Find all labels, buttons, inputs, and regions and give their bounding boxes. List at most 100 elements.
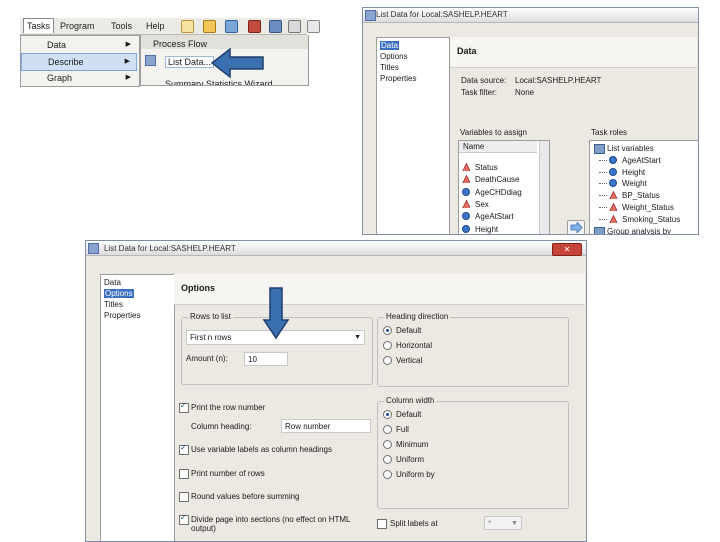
split-labels-checkbox[interactable]	[377, 519, 387, 529]
round-values-label: Round values before summing	[191, 492, 300, 501]
heading-default-radio[interactable]	[383, 326, 392, 335]
amount-input[interactable]: 10	[244, 352, 288, 366]
print-row-number-label: Print the row number	[191, 403, 266, 412]
dialog-icon	[365, 10, 376, 21]
task-roles-label: Task roles	[591, 128, 628, 137]
divide-pages-checkbox[interactable]	[179, 513, 189, 525]
width-default-radio[interactable]	[383, 410, 392, 419]
width-uniform-by-radio[interactable]	[383, 470, 392, 479]
amount-label: Amount (n):	[186, 354, 228, 363]
menu-program[interactable]: Program	[60, 21, 95, 31]
amount-value: 10	[248, 355, 257, 364]
role-label: BP_Status	[622, 191, 660, 201]
role-label: Weight	[622, 179, 647, 189]
data-source-label: Data source:	[461, 76, 507, 85]
print-icon[interactable]	[269, 20, 282, 33]
down-arrow-icon	[262, 287, 290, 340]
menu-item-describe[interactable]: Describe ▶	[21, 53, 137, 71]
numeric-variable-icon	[609, 167, 617, 176]
round-values-checkbox[interactable]	[179, 492, 189, 502]
arrow-right-icon	[570, 222, 583, 233]
menu-item-list-data[interactable]: List Data...	[165, 56, 215, 68]
divide-pages-label: Divide page into sections (no effect on …	[191, 515, 351, 533]
chevron-down-icon: ▼	[354, 334, 361, 341]
data-source-value: Local:SASHELP.HEART	[515, 76, 602, 85]
section-header	[174, 274, 585, 305]
menu-tools[interactable]: Tools	[111, 21, 132, 31]
save-icon[interactable]	[248, 20, 261, 33]
menu-item-data[interactable]: Data ▶	[21, 37, 137, 53]
nav-options[interactable]: Options	[380, 52, 408, 61]
task-filter-value: None	[515, 88, 535, 97]
list-data-icon	[145, 55, 156, 66]
width-uniform-label: Uniform	[396, 455, 425, 464]
nav-properties[interactable]: Properties	[380, 74, 416, 83]
task-filter-label: Task filter:	[461, 88, 498, 97]
nav-pane: Data Options Titles Properties	[100, 274, 175, 541]
close-button[interactable]: ✕	[552, 243, 582, 256]
rows-select-value: First n rows	[190, 333, 232, 342]
heading-vertical-label: Vertical	[396, 356, 423, 365]
nav-properties[interactable]: Properties	[104, 311, 140, 320]
list-data-dialog-data: List Data for Local:SASHELP.HEART Data O…	[362, 7, 699, 235]
list-header: Name	[459, 141, 537, 153]
nav-data[interactable]: Data	[104, 278, 121, 287]
width-minimum-radio[interactable]	[383, 440, 392, 449]
column-heading-input[interactable]: Row number	[281, 419, 371, 433]
nav-options[interactable]: Options	[104, 289, 134, 298]
chevron-right-icon: ▶	[125, 41, 131, 48]
new-icon[interactable]	[181, 20, 194, 33]
list-variables-icon	[594, 144, 605, 154]
nav-data[interactable]: Data	[380, 41, 399, 50]
name-column-header[interactable]: Name	[463, 142, 484, 151]
group-analysis-icon	[594, 227, 605, 234]
use-labels-checkbox[interactable]	[179, 443, 189, 455]
split-char-select[interactable]: * ▼	[484, 516, 522, 530]
column-heading-value: Row number	[285, 422, 331, 431]
role-label: Smoking_Status	[622, 214, 681, 224]
open-folder-icon[interactable]	[203, 20, 216, 33]
tasks-dropdown: Data ▶ Describe ▶ Graph ▶	[20, 35, 140, 87]
menu-help[interactable]: Help	[146, 21, 165, 31]
width-full-label: Full	[396, 425, 409, 434]
section-title: Options	[181, 283, 215, 293]
width-uniform-radio[interactable]	[383, 455, 392, 464]
dialog-icon	[88, 243, 99, 254]
menu-item-label: Describe	[48, 57, 84, 67]
assign-button[interactable]	[567, 220, 585, 234]
close-icon: ✕	[563, 245, 571, 254]
menu-tasks[interactable]: Tasks	[23, 18, 55, 33]
tree-connector	[599, 206, 607, 208]
group-analysis-role[interactable]: Group analysis by	[607, 227, 671, 234]
character-variable-icon	[462, 175, 470, 184]
dialog-titlebar: List Data for Local:SASHELP.HEART	[86, 241, 586, 256]
menu-item-label: Graph	[47, 73, 73, 83]
variable-label: DeathCause	[475, 175, 520, 185]
print-row-number-checkbox[interactable]	[179, 401, 189, 413]
width-full-radio[interactable]	[383, 425, 392, 434]
copy-icon[interactable]	[307, 20, 320, 33]
menu-item-graph[interactable]: Graph ▶	[21, 70, 137, 86]
chevron-right-icon: ▶	[125, 74, 131, 81]
numeric-variable-icon	[462, 224, 470, 233]
nav-titles[interactable]: Titles	[380, 63, 399, 72]
nav-pane: Data Options Titles Properties	[376, 37, 450, 234]
nav-titles[interactable]: Titles	[104, 300, 123, 309]
character-variable-icon	[609, 214, 617, 223]
import-icon[interactable]	[225, 20, 238, 33]
print-rows-checkbox[interactable]	[179, 469, 189, 479]
heading-horizontal-radio[interactable]	[383, 341, 392, 350]
list-variables-role[interactable]: List variables	[607, 144, 654, 153]
role-label: Height	[622, 167, 646, 177]
variables-scrollbar[interactable]	[539, 141, 549, 234]
role-label: AgeAtStart	[622, 156, 661, 165]
variable-label: Height	[475, 224, 499, 234]
character-variable-icon	[462, 163, 470, 171]
menu-item-process-flow[interactable]: Process Flow	[153, 39, 207, 49]
rows-to-list-title: Rows to list	[188, 312, 233, 321]
heading-vertical-radio[interactable]	[383, 356, 392, 365]
variables-label: Variables to assign	[460, 128, 527, 137]
width-uniform-by-label: Uniform by	[396, 470, 435, 479]
cut-icon[interactable]	[288, 20, 301, 33]
left-arrow-icon	[210, 47, 264, 79]
